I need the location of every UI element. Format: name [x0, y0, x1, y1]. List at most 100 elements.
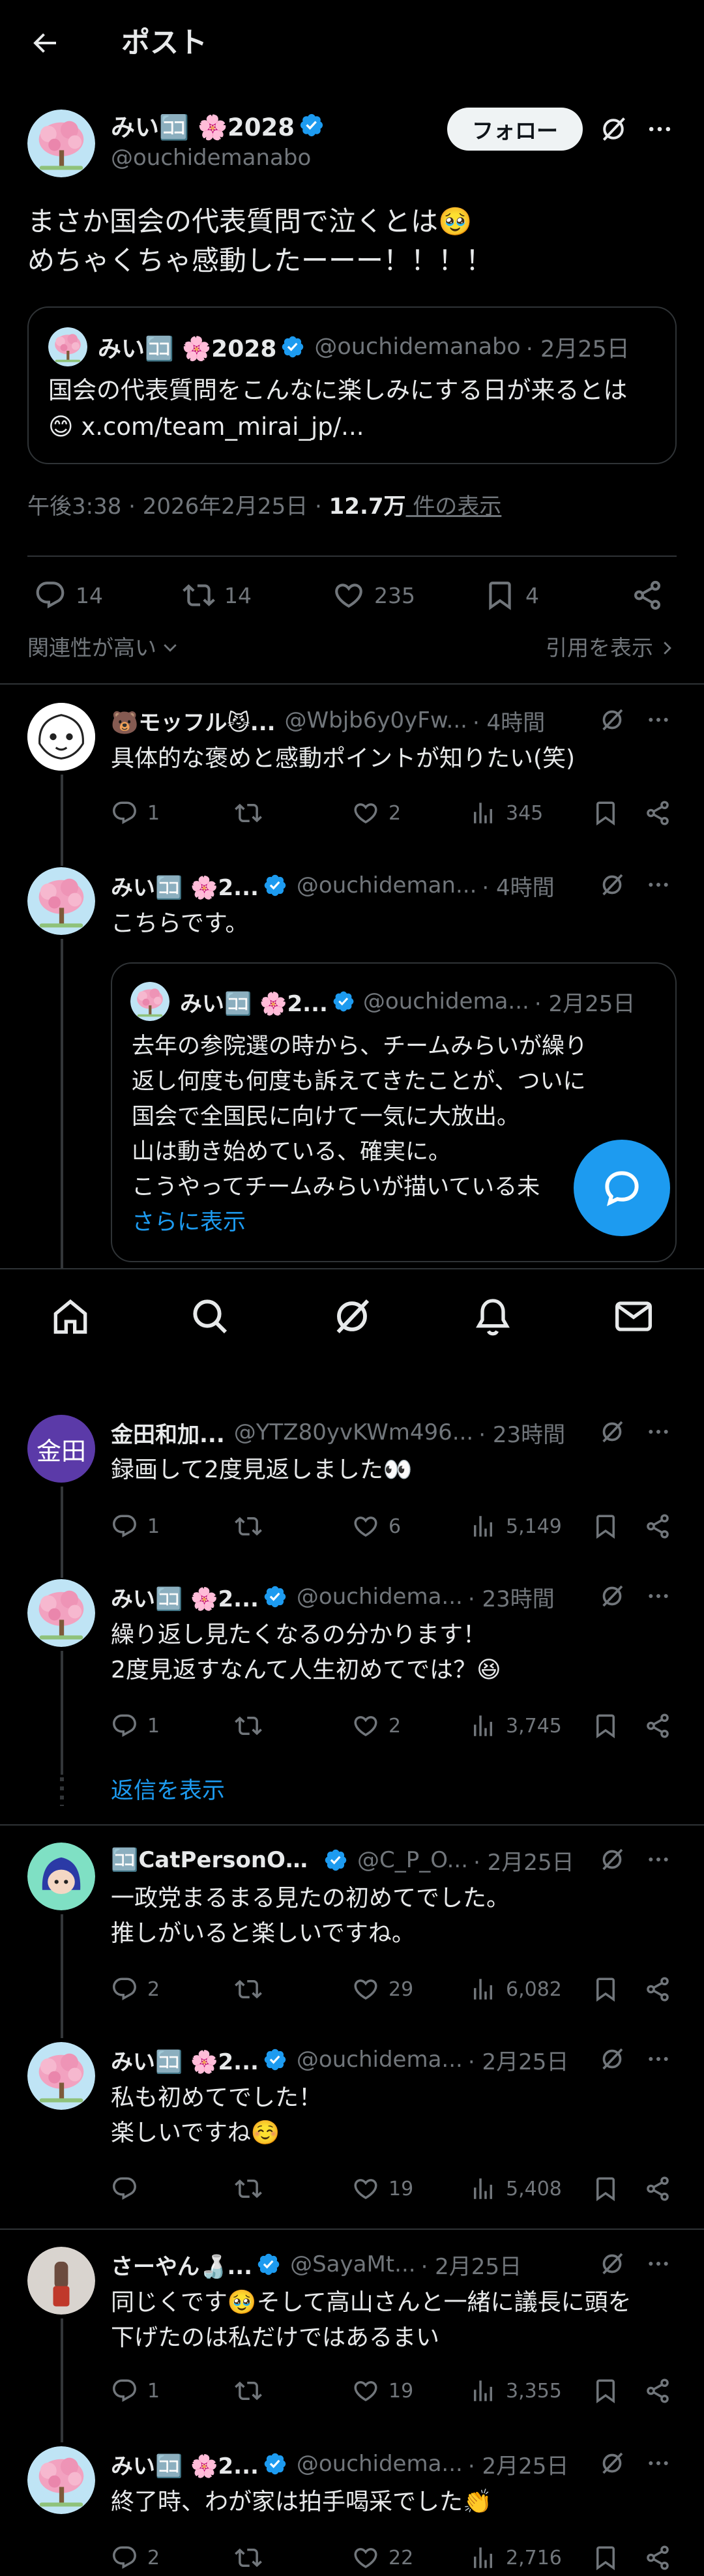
- nav-notifications[interactable]: [472, 1295, 514, 1337]
- like-button[interactable]: 22: [352, 2544, 413, 2571]
- share-button[interactable]: [644, 799, 671, 827]
- more-button[interactable]: [643, 869, 674, 900]
- avatar[interactable]: [27, 703, 95, 771]
- sort-dropdown[interactable]: 関連性が高い: [27, 632, 180, 664]
- compose-reply-button[interactable]: [574, 1140, 670, 1236]
- repost-button[interactable]: [235, 1976, 262, 2003]
- nav-grok[interactable]: [331, 1295, 373, 1337]
- avatar[interactable]: [27, 2446, 95, 2514]
- views-button[interactable]: 3,355: [469, 2377, 562, 2405]
- grok-button[interactable]: [596, 704, 628, 735]
- more-button[interactable]: [643, 112, 677, 146]
- bookmark-button[interactable]: [592, 2544, 619, 2571]
- more-button[interactable]: [643, 1844, 674, 1875]
- share-button[interactable]: [644, 1513, 671, 1540]
- like-button[interactable]: 19: [352, 2377, 413, 2405]
- show-quotes-link[interactable]: 引用を表示: [546, 632, 677, 664]
- reply-button[interactable]: 2: [111, 2544, 160, 2571]
- reply-author-name[interactable]: 🐻モッフル😼...: [111, 705, 276, 737]
- bookmark-button[interactable]: 4: [484, 579, 539, 612]
- views-button[interactable]: 2,716: [469, 2544, 562, 2571]
- reply-author-handle[interactable]: @Wbjb6y0yFw...: [285, 707, 467, 733]
- bookmark-button[interactable]: [592, 1513, 619, 1540]
- nav-messages[interactable]: [613, 1295, 654, 1337]
- reply-author-name[interactable]: さーやん🍶...: [111, 2249, 252, 2281]
- more-button[interactable]: [643, 2448, 674, 2479]
- reply-author-name[interactable]: みい🈁 🌸2...: [111, 1581, 259, 1613]
- bookmark-button[interactable]: [592, 2377, 619, 2405]
- author-handle[interactable]: @ouchidemanabo: [111, 143, 311, 172]
- nav-home[interactable]: [50, 1295, 91, 1337]
- reply-author-handle[interactable]: @ouchidema...: [297, 1584, 463, 1610]
- repost-button[interactable]: [235, 2175, 262, 2202]
- avatar[interactable]: [27, 110, 95, 177]
- views-button[interactable]: 345: [469, 799, 543, 827]
- bookmark-button[interactable]: [592, 799, 619, 827]
- avatar[interactable]: [27, 2247, 95, 2315]
- repost-button[interactable]: [235, 1513, 262, 1540]
- like-button[interactable]: 6: [352, 1513, 401, 1540]
- repost-button[interactable]: [235, 2377, 262, 2405]
- reply-button[interactable]: 14: [34, 579, 103, 612]
- reply-author-name[interactable]: みい🈁 🌸2...: [111, 2448, 259, 2480]
- nav-search[interactable]: [189, 1295, 231, 1337]
- grok-button[interactable]: [596, 869, 628, 900]
- author-name[interactable]: みい🈁 🌸2028: [111, 108, 295, 143]
- grok-button[interactable]: [596, 1416, 628, 1447]
- more-button[interactable]: [643, 2248, 674, 2279]
- views-button[interactable]: 6,082: [469, 1976, 562, 2003]
- reply-button[interactable]: [111, 2175, 147, 2202]
- reply-author-name[interactable]: みい🈁 🌸2...: [111, 2044, 259, 2076]
- reply-author-name[interactable]: 金田和加...: [111, 1417, 225, 1449]
- grok-button[interactable]: [596, 2448, 628, 2479]
- views-button[interactable]: 5,408: [469, 2175, 562, 2202]
- reply-button[interactable]: 1: [111, 2377, 160, 2405]
- avatar[interactable]: [27, 867, 95, 935]
- grok-button[interactable]: [596, 2043, 628, 2075]
- avatar[interactable]: [27, 2042, 95, 2110]
- reply-button[interactable]: 1: [111, 1513, 160, 1540]
- bookmark-button[interactable]: [592, 2175, 619, 2202]
- like-button[interactable]: 29: [352, 1976, 413, 2003]
- reply-author-handle[interactable]: @YTZ80yvKWm496...: [234, 1419, 473, 1445]
- back-button[interactable]: [26, 25, 63, 61]
- show-replies-link[interactable]: 返信を表示: [111, 1775, 225, 1807]
- grok-button[interactable]: [596, 1844, 628, 1875]
- like-button[interactable]: 19: [352, 2175, 413, 2202]
- repost-button[interactable]: [235, 1712, 262, 1740]
- share-button[interactable]: [644, 1976, 671, 2003]
- share-button[interactable]: [644, 1712, 671, 1740]
- repost-button[interactable]: [235, 799, 262, 827]
- bookmark-button[interactable]: [592, 1712, 619, 1740]
- reply-author-handle[interactable]: @ouchideman...: [297, 872, 477, 898]
- share-button[interactable]: [631, 579, 664, 612]
- avatar[interactable]: 金田: [27, 1415, 95, 1483]
- reply-author-handle[interactable]: @SayaMt...: [290, 2251, 415, 2277]
- reply-button[interactable]: 1: [111, 799, 160, 827]
- more-button[interactable]: [643, 1580, 674, 1612]
- view-count-label[interactable]: 件の表示: [406, 490, 501, 523]
- share-button[interactable]: [644, 2377, 671, 2405]
- reply-author-name[interactable]: 🈁CatPersonOpt...: [111, 1847, 319, 1873]
- repost-button[interactable]: 14: [183, 579, 252, 612]
- reply-author-handle[interactable]: @C_P_O...: [357, 1847, 468, 1873]
- grok-button[interactable]: [596, 112, 630, 146]
- views-button[interactable]: 5,149: [469, 1513, 562, 1540]
- more-button[interactable]: [643, 1416, 674, 1447]
- follow-button[interactable]: フォロー: [447, 108, 583, 151]
- reply-button[interactable]: 1: [111, 1712, 160, 1740]
- quoted-post[interactable]: みい🈁 🌸2028 @ouchidemanabo · 2月25日 国会の代表質問…: [27, 306, 677, 464]
- reply-button[interactable]: 2: [111, 1976, 160, 2003]
- show-more-link[interactable]: さらに表示: [132, 1205, 246, 1240]
- views-button[interactable]: 3,745: [469, 1712, 562, 1740]
- bookmark-button[interactable]: [592, 1976, 619, 2003]
- share-button[interactable]: [644, 2544, 671, 2571]
- avatar[interactable]: [27, 1579, 95, 1647]
- avatar[interactable]: [27, 1843, 95, 1910]
- grok-button[interactable]: [596, 2248, 628, 2279]
- grok-button[interactable]: [596, 1580, 628, 1612]
- like-button[interactable]: 2: [352, 1712, 401, 1740]
- like-button[interactable]: 235: [332, 579, 415, 612]
- reply-author-handle[interactable]: @ouchidema...: [297, 2047, 463, 2073]
- like-button[interactable]: 2: [352, 799, 401, 827]
